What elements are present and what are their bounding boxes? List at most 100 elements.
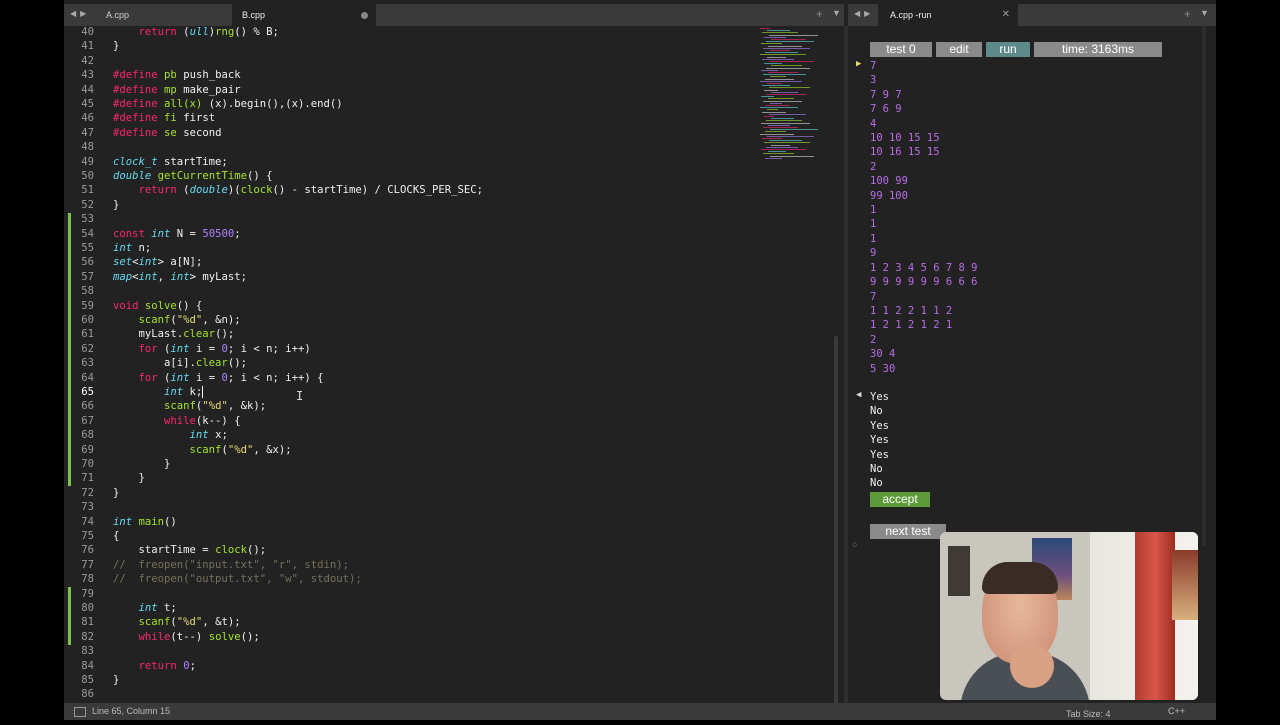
code-line[interactable]: 82 while(t--) solve();: [64, 630, 840, 644]
minimap-line: [766, 146, 798, 148]
code-text: clock_t startTime;: [113, 155, 228, 168]
code-text: }: [113, 458, 171, 470]
code-line[interactable]: 45 #define all(x) (x).begin(),(x).end(): [64, 97, 840, 111]
code-line[interactable]: 71 }: [64, 471, 840, 485]
line-number: 46: [81, 112, 94, 125]
input-line: 1: [870, 218, 877, 231]
code-line[interactable]: 58: [64, 284, 840, 298]
input-line: 1 1 2 2 1 1 2: [870, 304, 953, 317]
tab-nav-arrows-icon[interactable]: ◀▶: [854, 9, 874, 18]
right-letterbox: [1216, 0, 1280, 720]
code-text: }: [113, 472, 145, 485]
code-line[interactable]: 54 const int N = 50500;: [64, 227, 840, 241]
edit-button[interactable]: edit: [936, 42, 982, 57]
line-number: 51: [81, 184, 94, 197]
minimap[interactable]: [760, 26, 820, 166]
code-line[interactable]: 76 startTime = clock();: [64, 543, 840, 557]
code-line[interactable]: 65 int k;: [64, 385, 840, 399]
code-text: int main(): [113, 515, 177, 528]
code-line[interactable]: 56 set<int> a[N];: [64, 255, 840, 269]
tab-size[interactable]: Tab Size: 4: [1066, 703, 1111, 725]
code-line[interactable]: 79: [64, 587, 840, 601]
chevron-down-icon[interactable]: ▼: [832, 8, 841, 18]
runner-scrollbar[interactable]: [1202, 26, 1206, 546]
code-line[interactable]: 57 map<int, int> myLast;: [64, 270, 840, 284]
code-line[interactable]: 62 for (int i = 0; i < n; i++): [64, 342, 840, 356]
unsaved-dot-icon[interactable]: [361, 12, 368, 19]
code-line[interactable]: 52}: [64, 198, 840, 212]
input-line: 100 99: [870, 175, 908, 188]
code-line[interactable]: 78 // freopen("output.txt", "w", stdout);: [64, 572, 840, 586]
code-line[interactable]: 51 return (double)(clock() - startTime) …: [64, 183, 840, 197]
code-line[interactable]: 43 #define pb push_back: [64, 68, 840, 82]
code-line[interactable]: 84 return 0;: [64, 659, 840, 673]
code-line[interactable]: 66 scanf("%d", &k);: [64, 399, 840, 413]
code-line[interactable]: 69 scanf("%d", &x);: [64, 443, 840, 457]
minimap-line: [770, 76, 786, 78]
code-line[interactable]: 59 void solve() {: [64, 299, 840, 313]
minimap-line: [770, 50, 790, 51]
code-line[interactable]: 80 int t;: [64, 601, 840, 615]
input-line: 30 4: [870, 348, 896, 361]
code-line[interactable]: 42: [64, 54, 840, 68]
code-text: #define se second: [113, 126, 222, 139]
new-tab-plus-icon[interactable]: +: [816, 7, 823, 21]
cursor-position[interactable]: Line 65, Column 15: [92, 703, 170, 720]
code-line[interactable]: 77 // freopen("input.txt", "r", stdin);: [64, 558, 840, 572]
code-line[interactable]: 55 int n;: [64, 241, 840, 255]
code-line[interactable]: 61 myLast.clear();: [64, 327, 840, 341]
code-line[interactable]: 67 while(k--) {: [64, 414, 840, 428]
code-line[interactable]: 47 #define se second: [64, 126, 840, 140]
code-line[interactable]: 83: [64, 644, 840, 658]
run-button[interactable]: run: [986, 42, 1030, 57]
syntax-mode[interactable]: C++: [1168, 703, 1185, 720]
code-text: return 0;: [138, 659, 196, 672]
close-icon[interactable]: ✕: [1002, 4, 1010, 26]
accept-button[interactable]: accept: [870, 492, 930, 507]
code-editor[interactable]: 40 return (ull)rng() % B; 41} 42 43 #define …: [64, 26, 840, 703]
line-number: 49: [81, 155, 94, 168]
minimap-line: [761, 122, 810, 124]
code-line[interactable]: 44 #define mp make_pair: [64, 83, 840, 97]
test-input[interactable]: 737 9 77 6 9 4 10 10 15 15 10 16 15 15 2 100 …: [870, 59, 977, 376]
code-line[interactable]: 70 }: [64, 457, 840, 471]
tab-a-cpp-run[interactable]: A.cpp -run ✕: [878, 4, 1018, 26]
code-line[interactable]: 60 scanf("%d", &n);: [64, 313, 840, 327]
code-line[interactable]: 72}: [64, 486, 840, 500]
code-line[interactable]: 46 #define fi first: [64, 111, 840, 125]
input-line: 1: [870, 232, 877, 245]
code-line[interactable]: 50 double getCurrentTime() {: [64, 169, 840, 183]
line-number: 78: [81, 573, 94, 586]
minimap-line: [766, 41, 814, 43]
code-line[interactable]: 81 scanf("%d", &t);: [64, 615, 840, 629]
tab-label: A.cpp -run: [890, 10, 932, 20]
output-line: Yes: [870, 419, 889, 432]
code-line[interactable]: 41}: [64, 39, 840, 53]
code-line[interactable]: 40 return (ull)rng() % B;: [64, 26, 840, 39]
minimap-line: [768, 151, 786, 153]
code-line[interactable]: 53: [64, 212, 840, 226]
code-line[interactable]: 75 {: [64, 529, 840, 543]
code-line[interactable]: 68 int x;: [64, 428, 840, 442]
code-text: #define fi first: [113, 112, 216, 125]
code-line[interactable]: 74 int main(): [64, 515, 840, 529]
minimap-line: [762, 138, 782, 139]
code-text: #define all(x) (x).begin(),(x).end(): [113, 98, 343, 110]
tab-b-cpp[interactable]: B.cpp: [232, 4, 376, 26]
code-line[interactable]: 49 clock_t startTime;: [64, 155, 840, 169]
code-line[interactable]: 48: [64, 140, 840, 154]
test-button[interactable]: test 0: [870, 42, 932, 57]
chevron-down-icon[interactable]: ▼: [1200, 8, 1209, 18]
panel-toggle-icon[interactable]: [74, 707, 86, 717]
new-tab-plus-icon[interactable]: +: [1184, 7, 1191, 21]
code-text: double getCurrentTime() {: [113, 170, 273, 182]
code-line[interactable]: 86: [64, 687, 840, 701]
modified-lines-marker: [68, 213, 71, 486]
vertical-scrollbar[interactable]: [834, 336, 838, 703]
next-test-button[interactable]: next test: [870, 524, 946, 539]
code-line[interactable]: 73: [64, 500, 840, 514]
code-line[interactable]: 85}: [64, 673, 840, 687]
code-line[interactable]: 64 for (int i = 0; i < n; i++) {: [64, 371, 840, 385]
code-line[interactable]: 63 a[i].clear();: [64, 356, 840, 370]
input-line: 7 6 9: [870, 103, 902, 116]
